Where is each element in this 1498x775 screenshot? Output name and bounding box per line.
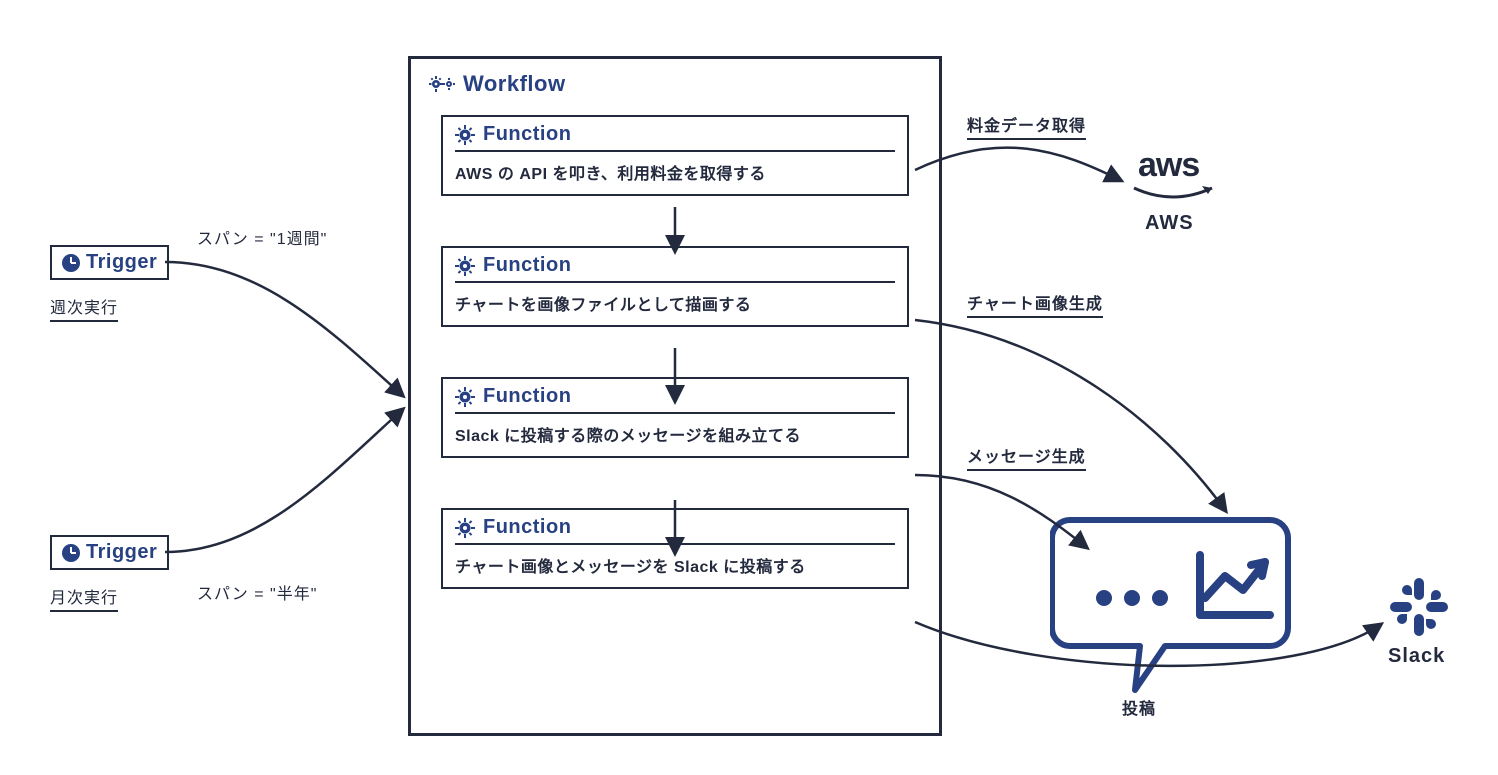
clock-icon — [62, 544, 80, 562]
function-desc: チャート画像とメッセージを Slack に投稿する — [455, 553, 895, 577]
trigger-monthly: Trigger — [50, 535, 169, 570]
function-2: Function チャートを画像ファイルとして描画する — [441, 246, 909, 327]
svg-text:aws: aws — [1138, 148, 1199, 184]
gear-icon — [455, 256, 475, 276]
function-1: Function AWS の API を叩き、利用料金を取得する — [441, 115, 909, 196]
functions-list: Function AWS の API を叩き、利用料金を取得する — [429, 111, 921, 589]
function-title: Function — [483, 516, 571, 539]
function-3: Function Slack に投稿する際のメッセージを組み立てる — [441, 377, 909, 458]
function-title: Function — [483, 123, 571, 146]
trigger-weekly-span: スパン = "1週間" — [197, 225, 327, 249]
aws-logo-icon: aws — [1128, 148, 1218, 213]
gear-icon — [455, 518, 475, 538]
message-bubble-icon — [1050, 510, 1310, 700]
trigger-monthly-span: スパン = "半年" — [197, 580, 317, 604]
clock-icon — [62, 254, 80, 272]
gear-icon — [455, 387, 475, 407]
slack-logo-icon — [1388, 576, 1450, 643]
workflow-header: Workflow — [429, 71, 921, 97]
workflow-box: Workflow — [408, 56, 942, 736]
edge-label-fetch: 料金データ取得 — [967, 112, 1086, 140]
trigger-title: Trigger — [86, 541, 157, 564]
edge-label-chart: チャート画像生成 — [967, 290, 1103, 318]
workflow-title: Workflow — [463, 71, 566, 97]
gear-icon — [455, 125, 475, 145]
function-4: Function チャート画像とメッセージを Slack に投稿する — [441, 508, 909, 589]
function-title: Function — [483, 254, 571, 277]
function-desc: Slack に投稿する際のメッセージを組み立てる — [455, 422, 895, 446]
trigger-weekly-caption: 週次実行 — [50, 294, 118, 322]
aws-label: AWS — [1145, 212, 1194, 235]
trigger-weekly: Trigger — [50, 245, 169, 280]
function-title: Function — [483, 385, 571, 408]
trigger-monthly-caption: 月次実行 — [50, 584, 118, 612]
slack-label: Slack — [1388, 645, 1445, 668]
function-desc: チャートを画像ファイルとして描画する — [455, 291, 895, 315]
gears-icon — [429, 74, 457, 94]
trigger-title: Trigger — [86, 251, 157, 274]
function-desc: AWS の API を叩き、利用料金を取得する — [455, 160, 895, 184]
edge-label-message: メッセージ生成 — [967, 443, 1086, 471]
